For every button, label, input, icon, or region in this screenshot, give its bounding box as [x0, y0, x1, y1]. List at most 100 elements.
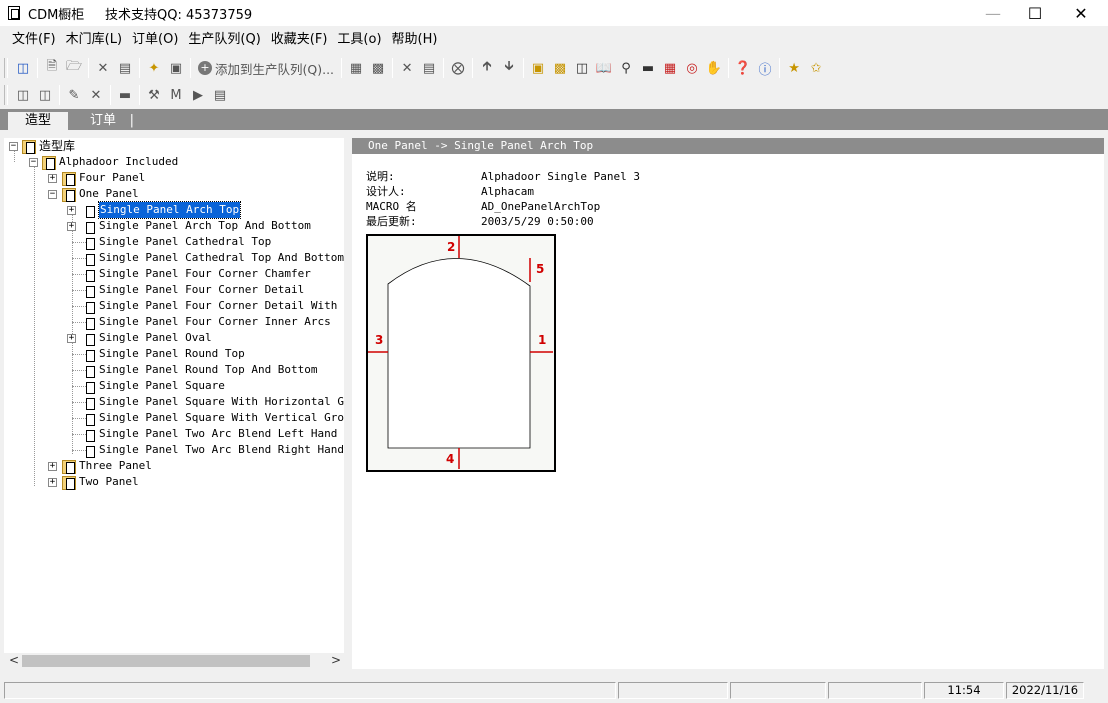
tree-node-root[interactable]: 造型库: [22, 138, 75, 154]
tree-node-style[interactable]: Single Panel Arch Top And Bottom: [82, 218, 311, 234]
folder-icon: [22, 139, 36, 154]
folder-icon: [62, 171, 76, 186]
minimize-button[interactable]: —: [970, 0, 1016, 26]
door-style-icon: [82, 219, 96, 234]
scroll-left-icon[interactable]: <: [6, 653, 22, 669]
star-icon[interactable]: ★: [783, 57, 805, 79]
tree-node-style[interactable]: Single Panel Round Top: [82, 346, 245, 362]
collapse-toggle[interactable]: −: [9, 142, 18, 151]
expand-toggle[interactable]: +: [67, 334, 76, 343]
tree-node-style[interactable]: Single Panel Square With Vertical Groove: [82, 410, 344, 426]
menu-favorites[interactable]: 收藏夹(F): [266, 30, 333, 52]
tree-node-style[interactable]: Single Panel Cathedral Top And Bottom: [82, 250, 344, 266]
toolbar-grip[interactable]: [4, 58, 8, 78]
collapse-toggle[interactable]: −: [29, 158, 38, 167]
hand-icon[interactable]: ✋: [703, 57, 725, 79]
remove-favorite-icon[interactable]: ✩: [805, 57, 827, 79]
tree-node-group[interactable]: Four Panel: [62, 170, 145, 186]
paste-icon[interactable]: ▣: [165, 57, 187, 79]
tree-node-style[interactable]: Single Panel Oval: [82, 330, 212, 346]
menu-file[interactable]: 文件(F): [0, 30, 61, 52]
tree-node-style[interactable]: Single Panel Square With Horizontal Groo: [82, 394, 344, 410]
report-icon[interactable]: ▦: [659, 57, 681, 79]
copy-cabinet-icon[interactable]: ◫: [12, 84, 34, 106]
door-preview: 1 2 3 4 5: [366, 234, 556, 472]
collapse-toggle[interactable]: −: [48, 190, 57, 199]
toolbar-grip[interactable]: [4, 85, 8, 105]
edit-icon[interactable]: ✎: [63, 84, 85, 106]
scroll-right-icon[interactable]: >: [328, 653, 344, 669]
document-icon[interactable]: ▤: [114, 57, 136, 79]
new-file-icon[interactable]: 🗎: [41, 57, 63, 79]
tree-node-style[interactable]: Single Panel Two Arc Blend Left Hand: [82, 426, 337, 442]
settings-panel-icon[interactable]: ◎: [681, 57, 703, 79]
menu-help[interactable]: 帮助(H): [387, 30, 443, 52]
style-tree[interactable]: − 造型库 − Alphadoor Included + Four Panel …: [4, 138, 344, 669]
macro-icon[interactable]: M: [165, 84, 187, 106]
cabinet-icon[interactable]: ▣: [527, 57, 549, 79]
library-icon[interactable]: ◫: [12, 57, 34, 79]
expand-toggle[interactable]: +: [48, 462, 57, 471]
tree-node-style[interactable]: Single Panel Two Arc Blend Right Hand: [82, 442, 344, 458]
tab-styles[interactable]: 造型: [8, 112, 68, 130]
run-icon[interactable]: ▶: [187, 84, 209, 106]
maximize-button[interactable]: ☐: [1012, 0, 1058, 26]
close-button[interactable]: ✕: [1058, 0, 1104, 26]
expand-toggle[interactable]: +: [48, 478, 57, 487]
tool-icon[interactable]: ⚒: [143, 84, 165, 106]
menu-order[interactable]: 订单(O): [127, 30, 183, 52]
scroll-thumb[interactable]: [22, 655, 310, 667]
toolbar-separator: [190, 58, 191, 78]
expand-toggle[interactable]: +: [67, 222, 76, 231]
tree-horizontal-scrollbar[interactable]: < >: [4, 653, 344, 669]
export-icon[interactable]: ▦: [345, 57, 367, 79]
menu-door-library[interactable]: 木门库(L): [61, 30, 127, 52]
prop-value: AD_OnePanelArchTop: [481, 200, 601, 213]
door-style-icon: [82, 427, 96, 442]
menu-tools[interactable]: 工具(o): [332, 30, 386, 52]
tree-node-style[interactable]: Single Panel Four Corner Chamfer: [82, 266, 311, 282]
add-to-queue-button[interactable]: + 添加到生产队列(Q)...: [194, 57, 338, 79]
tree-node-group[interactable]: Two Panel: [62, 474, 139, 490]
output-icon[interactable]: ▤: [209, 84, 231, 106]
magic-wand-icon[interactable]: ✦: [143, 57, 165, 79]
tree-node-style[interactable]: Single Panel Four Corner Inner Arcs: [82, 314, 331, 330]
tree-node-style[interactable]: Single Panel Cathedral Top: [82, 234, 271, 250]
toolbar-separator: [139, 85, 140, 105]
duplicate-icon[interactable]: ◫: [34, 84, 56, 106]
cancel-circle-icon[interactable]: ⨂: [447, 57, 469, 79]
status-panel-main: [4, 682, 616, 699]
move-up-icon[interactable]: 🡱: [476, 57, 498, 79]
tree-node-style[interactable]: Single Panel Four Corner Detail With Rad: [82, 298, 344, 314]
probe-icon[interactable]: ⚲: [615, 57, 637, 79]
open-folder-icon[interactable]: 🗁: [63, 57, 85, 79]
expand-toggle[interactable]: +: [48, 174, 57, 183]
cabinet-add-icon[interactable]: ▩: [549, 57, 571, 79]
menu-production-queue[interactable]: 生产队列(Q): [183, 30, 265, 52]
move-down-icon[interactable]: 🡳: [498, 57, 520, 79]
ruler-icon[interactable]: ▬: [637, 57, 659, 79]
expand-toggle[interactable]: +: [67, 206, 76, 215]
help-icon[interactable]: ❓: [732, 57, 754, 79]
tree-node-style[interactable]: Single Panel Square: [82, 378, 225, 394]
toolbar-separator: [443, 58, 445, 78]
book-icon[interactable]: 📖: [593, 57, 615, 79]
cabinet-copy-icon[interactable]: ◫: [571, 57, 593, 79]
stop-icon[interactable]: ▬: [114, 84, 136, 106]
delete-icon[interactable]: ✕: [92, 57, 114, 79]
tree-node-style[interactable]: Single Panel Four Corner Detail: [82, 282, 304, 298]
door-style-icon: [82, 443, 96, 458]
tree-node-group[interactable]: One Panel: [62, 186, 139, 202]
tree-node-group[interactable]: Three Panel: [62, 458, 152, 474]
add-to-queue-label: 添加到生产队列(Q)...: [215, 61, 335, 77]
tree-node-style[interactable]: Single Panel Arch Top: [82, 201, 242, 219]
info-icon[interactable]: ⓘ: [754, 57, 776, 79]
tree-node-library[interactable]: Alphadoor Included: [42, 154, 178, 170]
queue-list-icon[interactable]: ▩: [367, 57, 389, 79]
cut-icon[interactable]: ✕: [396, 57, 418, 79]
tree-node-style[interactable]: Single Panel Round Top And Bottom: [82, 362, 318, 378]
tab-strip: 造型 订单: [0, 109, 1108, 130]
copy-icon[interactable]: ▤: [418, 57, 440, 79]
delete-item-icon[interactable]: ✕: [85, 84, 107, 106]
tab-orders[interactable]: 订单: [70, 112, 136, 130]
